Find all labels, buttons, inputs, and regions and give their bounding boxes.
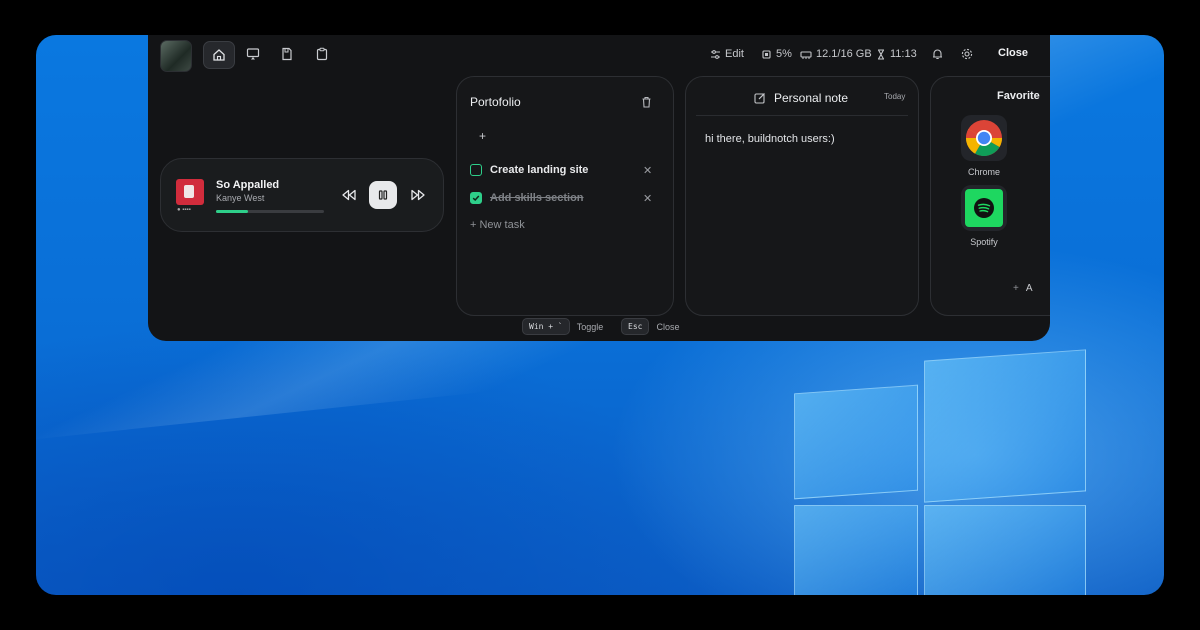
note-date: Today	[884, 92, 906, 101]
song-title: So Appalled	[216, 179, 280, 191]
close-button[interactable]: Close	[998, 47, 1028, 59]
remove-task-button[interactable]: ✕	[643, 164, 652, 177]
memory-value: 12.1/16 GB	[816, 48, 872, 60]
add-favorite-button[interactable]: + A	[1013, 283, 1033, 294]
spotify-label: Spotify	[970, 237, 998, 247]
task-label[interactable]: Create landing site	[490, 164, 588, 176]
check-icon	[472, 195, 480, 202]
favorites-title: Favorite	[997, 90, 1040, 102]
edit-button[interactable]: Edit	[710, 48, 744, 60]
pause-button[interactable]	[369, 181, 397, 209]
chrome-icon	[966, 120, 1002, 157]
app-avatar[interactable]	[160, 40, 192, 72]
todo-card: Portofolio + Create landing site ✕ Add s…	[456, 76, 674, 316]
top-toolbar: Edit 5% 12.1/16 GB 11:13 Close	[148, 35, 1050, 75]
sliders-icon	[711, 49, 720, 59]
playback-progress-fill	[216, 210, 249, 213]
bell-icon	[933, 49, 942, 60]
spotify-app[interactable]	[961, 185, 1007, 231]
close-shortcut-key: Esc	[621, 318, 650, 335]
plus-icon: +	[1013, 283, 1019, 294]
task-checkbox[interactable]	[470, 164, 482, 176]
add-task-button[interactable]: +	[479, 129, 486, 143]
hourglass-icon	[878, 48, 884, 60]
files-button[interactable]	[272, 41, 302, 67]
toggle-shortcut-key: Win + `	[522, 318, 570, 335]
media-player: ● ▪▪▪▪ So Appalled Kanye West	[160, 158, 444, 232]
favorites-card: Favorite Chrome Spotify + A	[930, 76, 1050, 316]
note-body[interactable]: hi there, buildnotch users:)	[705, 133, 905, 145]
close-hint-label: Close	[656, 321, 680, 332]
delete-list-button[interactable]	[641, 95, 652, 113]
personal-note-card: Personal note Today hi there, buildnotch…	[685, 76, 919, 316]
home-icon	[213, 49, 225, 61]
chrome-app[interactable]	[961, 115, 1007, 161]
rewind-button[interactable]	[335, 181, 363, 209]
note-divider	[696, 115, 908, 116]
rewind-icon	[342, 189, 356, 201]
task-checkbox-checked[interactable]	[470, 192, 482, 204]
clock: 11:13	[876, 48, 917, 60]
cpu-value: 5%	[776, 48, 792, 60]
task-label[interactable]: Add skills section	[490, 192, 584, 204]
edit-label: Edit	[725, 48, 744, 60]
song-artist: Kanye West	[216, 193, 265, 203]
note-title: Personal note	[774, 91, 849, 105]
remove-task-button[interactable]: ✕	[643, 192, 652, 205]
clock-time: 11:13	[890, 48, 917, 60]
spotify-source-icon: ● ▪▪▪▪	[177, 207, 191, 213]
cpu-icon	[762, 49, 771, 59]
toggle-hint-label: Toggle	[576, 321, 604, 332]
close-hint: Esc Close	[621, 318, 679, 335]
add-favorite-label: A	[1025, 283, 1033, 294]
cpu-usage: 5%	[761, 48, 792, 60]
edit-note-icon	[754, 91, 766, 109]
file-icon	[282, 47, 292, 61]
trash-icon	[642, 96, 651, 108]
task-item: Add skills section	[470, 192, 584, 204]
toggle-hint: Win + ` Toggle	[522, 318, 603, 335]
home-button[interactable]	[203, 41, 235, 69]
airplay-button[interactable]	[238, 41, 268, 67]
task-item: Create landing site	[470, 164, 588, 176]
fast-forward-button[interactable]	[404, 181, 432, 209]
notifications-button[interactable]	[932, 48, 943, 60]
settings-button[interactable]	[961, 48, 973, 60]
album-art	[176, 179, 204, 205]
new-task-button[interactable]: + New task	[470, 219, 525, 231]
todo-title: Portofolio	[470, 95, 521, 109]
notch-panel: Edit 5% 12.1/16 GB 11:13 Close ● ▪▪▪▪ So…	[148, 35, 1050, 341]
spotify-icon	[974, 198, 994, 218]
memory-usage: 12.1/16 GB	[800, 48, 872, 60]
memory-icon	[800, 50, 812, 59]
clipboard-icon	[316, 47, 328, 61]
playback-progress[interactable]	[216, 210, 324, 213]
screen-cast-icon	[246, 48, 260, 60]
chrome-label: Chrome	[967, 167, 1000, 177]
fast-forward-icon	[411, 189, 425, 201]
pause-icon	[378, 190, 388, 200]
gear-icon	[961, 48, 973, 60]
clipboard-button[interactable]	[307, 41, 337, 67]
